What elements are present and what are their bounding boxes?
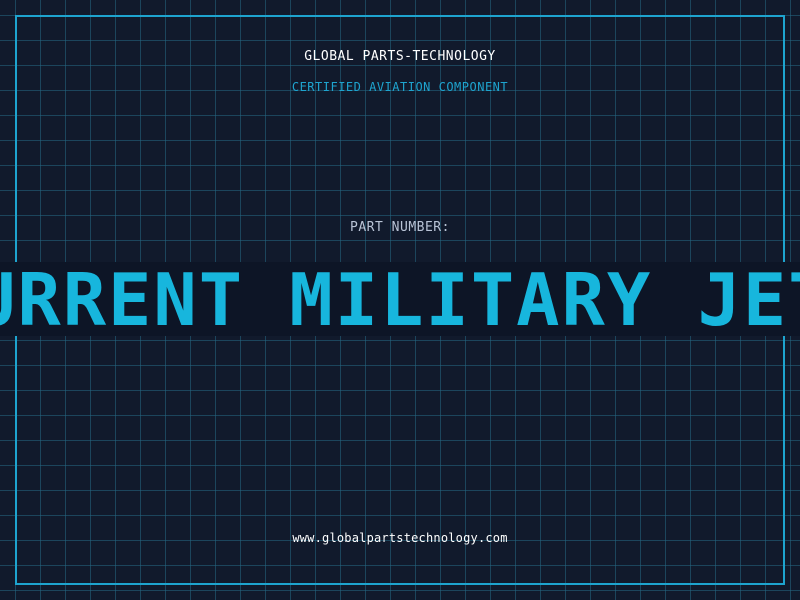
- certification-subtitle: CERTIFIED AVIATION COMPONENT: [291, 80, 509, 94]
- part-number-label: PART NUMBER:: [350, 220, 450, 235]
- part-number-value: URRENT MILITARY JET: [0, 262, 800, 336]
- company-name: GLOBAL PARTS-TECHNOLOGY: [304, 49, 496, 64]
- part-number-band: URRENT MILITARY JET: [0, 262, 800, 336]
- website-url: www.globalpartstechnology.com: [292, 531, 508, 545]
